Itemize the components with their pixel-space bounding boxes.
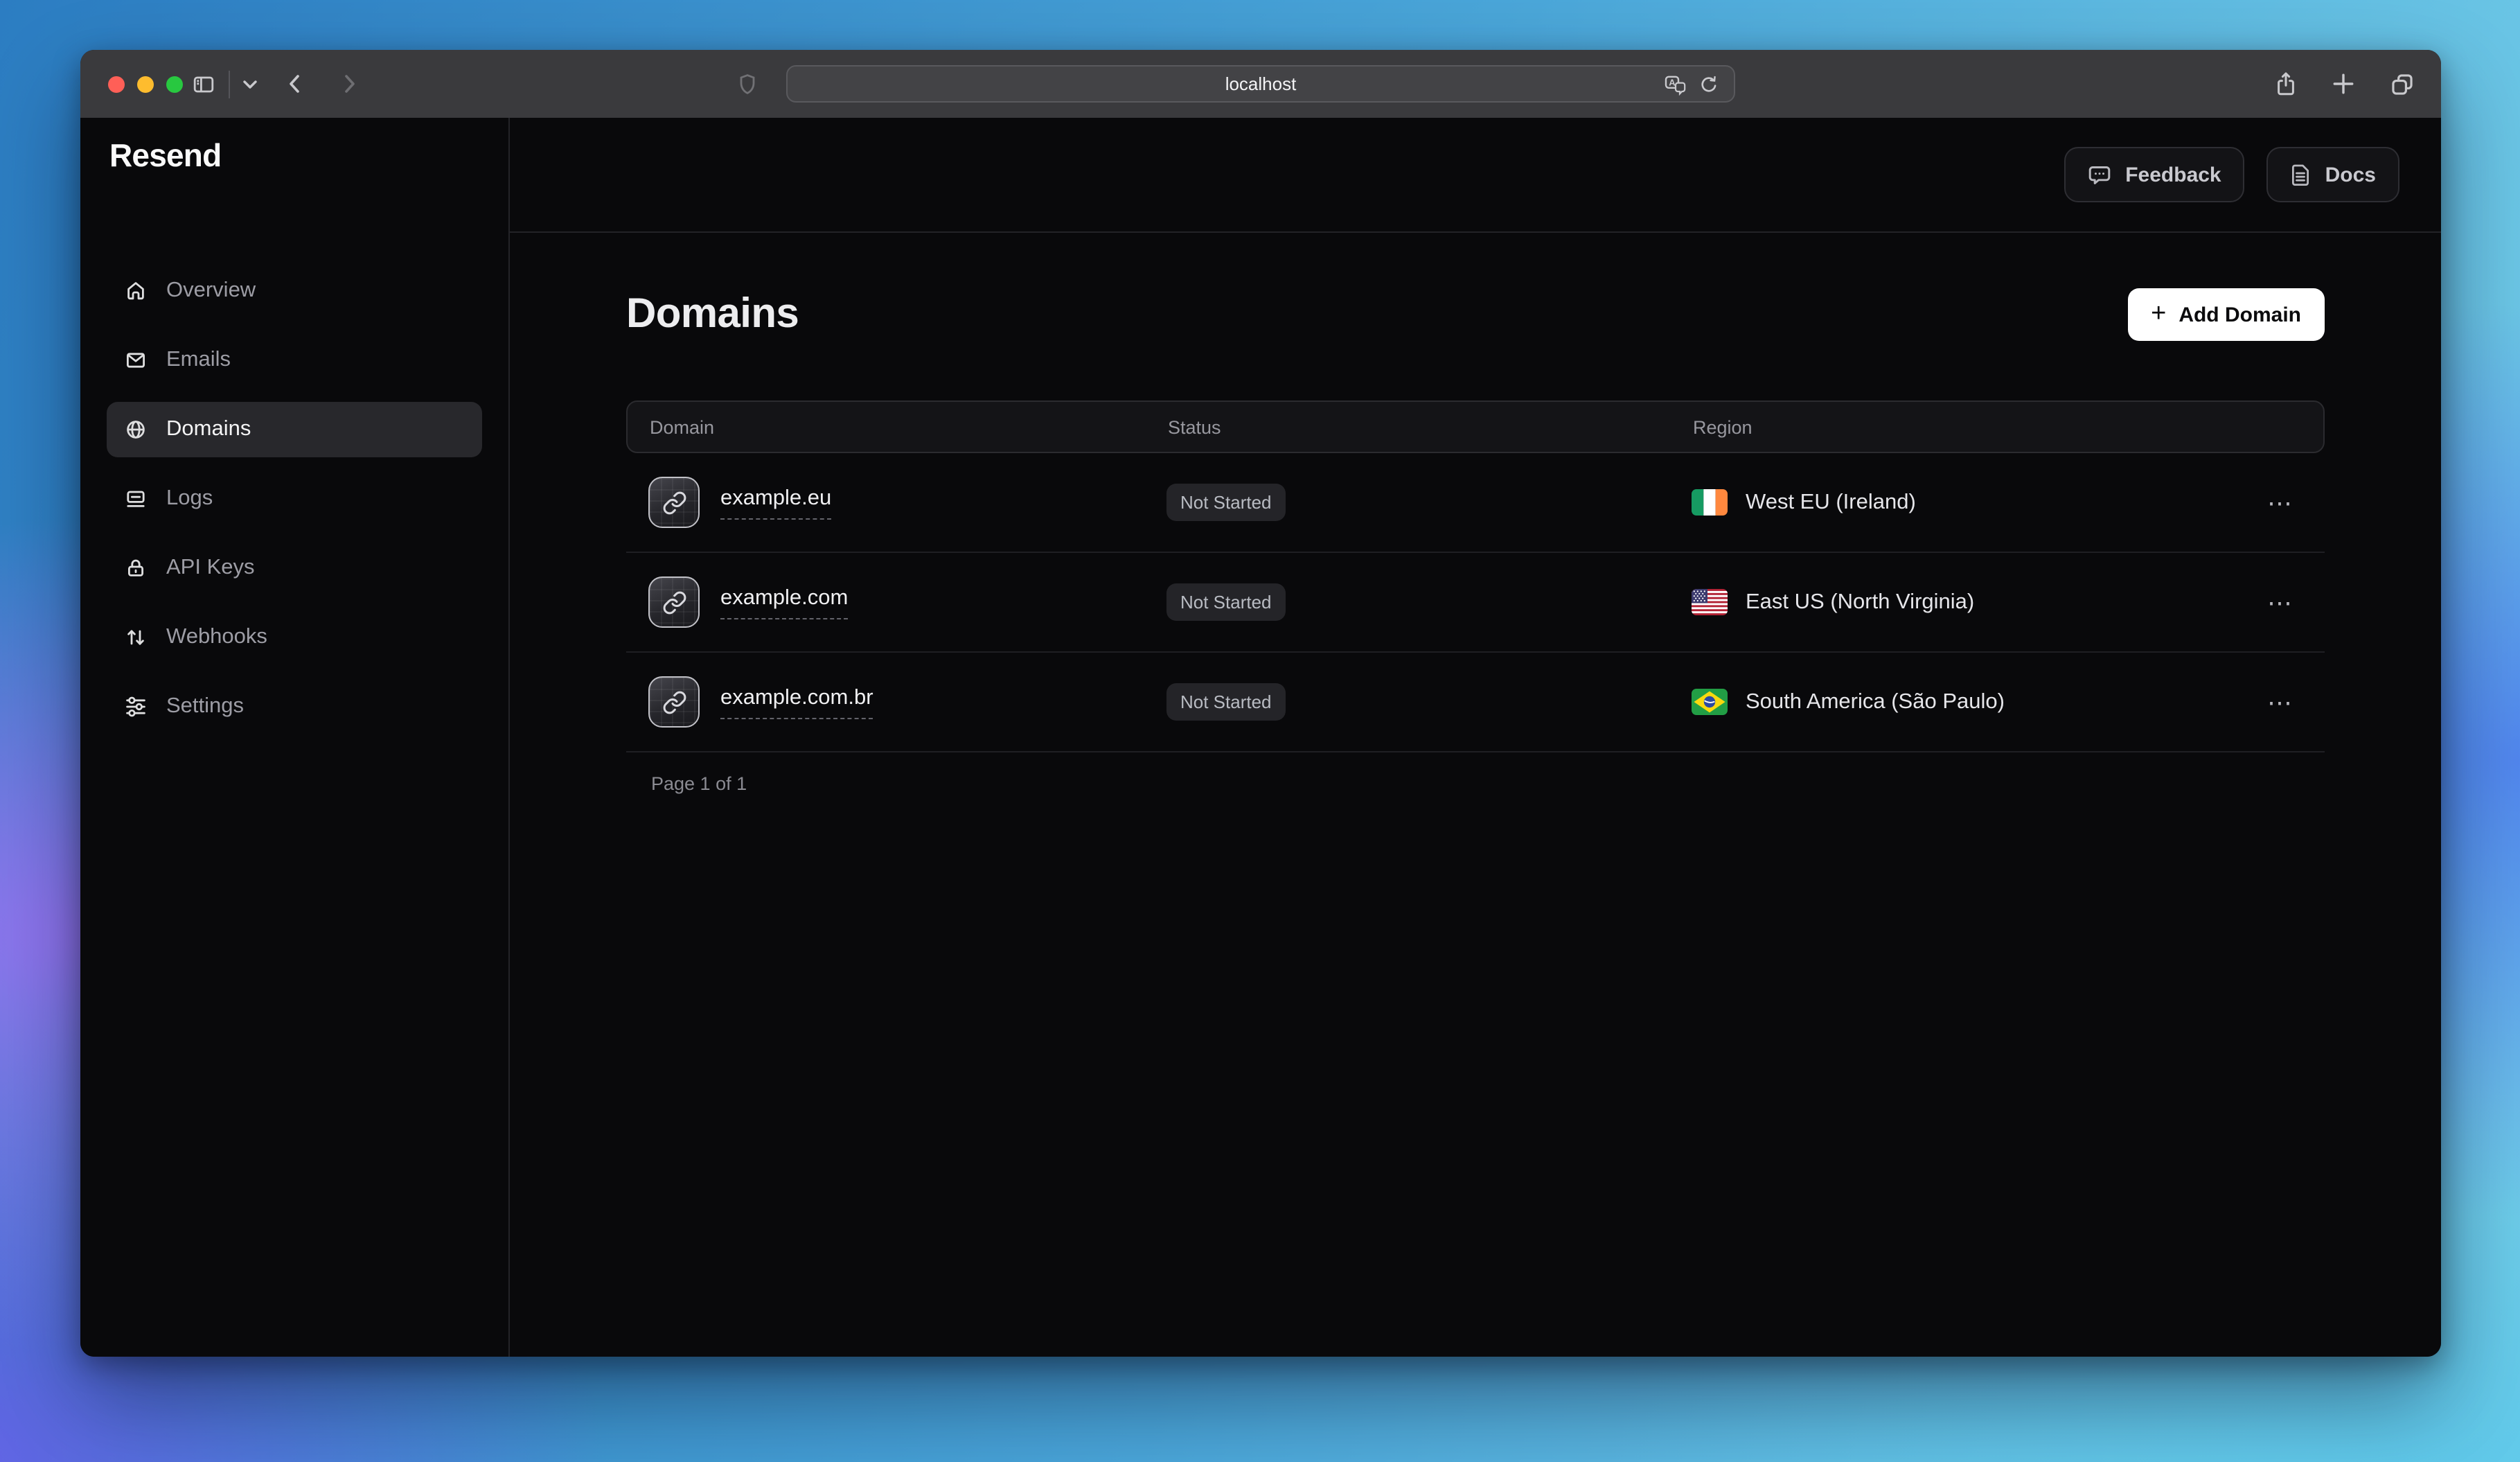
pagination-status: Page 1 of 1 [626,752,2325,794]
back-icon[interactable] [284,72,306,96]
resend-logo: Resend [107,137,482,175]
link-icon [648,576,700,628]
region-label: South America (São Paulo) [1746,689,2005,714]
address-bar[interactable]: localhost A [786,65,1735,103]
share-icon[interactable] [2275,71,2297,97]
status-badge: Not Started [1166,583,1286,621]
minimize-window-button[interactable] [137,76,154,92]
status-badge: Not Started [1166,683,1286,721]
sidebar: Resend Overview [80,118,510,1357]
browser-toolbar: localhost A [80,50,2441,118]
brazil-flag [1692,689,1728,715]
domain-link[interactable]: example.com [720,585,848,619]
mail-icon [125,349,147,371]
sidebar-item-logs[interactable]: Logs [107,471,482,527]
table-row: example.com Not Started [626,553,2325,653]
region-label: East US (North Virginia) [1746,590,1974,615]
chevron-down-icon[interactable] [242,78,258,89]
sidebar-item-label: Logs [166,486,213,511]
usa-flag [1692,589,1728,615]
main-area: Feedback Docs Domains [510,118,2441,1357]
sidebar-item-settings[interactable]: Settings [107,679,482,734]
sliders-icon [125,696,147,718]
close-window-button[interactable] [108,76,125,92]
sidebar-item-api-keys[interactable]: API Keys [107,540,482,596]
app-topbar: Feedback Docs [510,118,2441,233]
row-menu-button[interactable] [2258,680,2302,724]
sidebar-item-overview[interactable]: Overview [107,263,482,319]
column-header-status: Status [1168,416,1693,437]
zoom-window-button[interactable] [166,76,183,92]
docs-button-label: Docs [2325,163,2376,186]
arrows-up-down-icon [125,626,147,649]
sidebar-toggle-icon[interactable] [191,73,216,95]
logs-icon [125,488,147,510]
add-domain-button[interactable]: + Add Domain [2127,288,2325,341]
row-menu-button[interactable] [2258,580,2302,624]
sidebar-item-domains[interactable]: Domains [107,402,482,457]
sidebar-item-label: Webhooks [166,625,267,650]
sidebar-item-label: Emails [166,348,231,373]
link-icon [648,676,700,728]
link-icon [648,477,700,528]
sidebar-item-webhooks[interactable]: Webhooks [107,610,482,665]
forward-icon[interactable] [338,72,360,96]
docs-button[interactable]: Docs [2267,147,2399,202]
browser-window: localhost A [80,50,2441,1357]
traffic-lights [108,50,183,118]
lock-icon [125,557,147,579]
table-row: example.com.br Not Started [626,653,2325,752]
domain-link[interactable]: example.com.br [720,685,873,719]
domains-table: Domain Status Region [626,400,2325,794]
region-label: West EU (Ireland) [1746,490,1916,515]
privacy-shield-icon[interactable] [738,50,756,118]
tab-overview-icon[interactable] [2390,71,2415,96]
sidebar-item-emails[interactable]: Emails [107,333,482,388]
page-title: Domains [626,291,799,338]
row-menu-button[interactable] [2258,480,2302,525]
domain-link[interactable]: example.eu [720,486,831,519]
sidebar-item-label: Overview [166,279,256,303]
document-icon [2291,163,2312,186]
screen: localhost A [0,0,2520,1462]
plus-icon: + [2151,300,2166,326]
sidebar-item-label: Settings [166,694,244,719]
column-header-domain: Domain [650,416,1168,437]
feedback-bubble-icon [2088,163,2111,186]
home-icon [125,280,147,302]
sidebar-item-label: Domains [166,417,251,442]
globe-icon [125,419,147,441]
table-row: example.eu Not Started West EU (Ireland) [626,453,2325,553]
column-header-region: Region [1693,416,2218,437]
sidebar-item-label: API Keys [166,556,255,581]
toolbar-divider [229,70,230,98]
add-domain-button-label: Add Domain [2179,303,2301,326]
domains-page: Domains + Add Domain Domain Status Regio… [510,233,2441,794]
translate-icon[interactable]: A [1665,75,1687,96]
feedback-button[interactable]: Feedback [2064,147,2244,202]
sidebar-nav: Overview Emails [107,263,482,734]
new-tab-icon[interactable] [2332,72,2355,96]
resend-app: Resend Overview [80,118,2441,1357]
ireland-flag [1692,489,1728,516]
feedback-button-label: Feedback [2125,163,2221,186]
status-badge: Not Started [1166,484,1286,521]
table-header: Domain Status Region [626,400,2325,453]
address-bar-url: localhost [1225,73,1297,94]
svg-text:A: A [1669,78,1676,88]
reload-icon[interactable] [1699,75,1719,96]
